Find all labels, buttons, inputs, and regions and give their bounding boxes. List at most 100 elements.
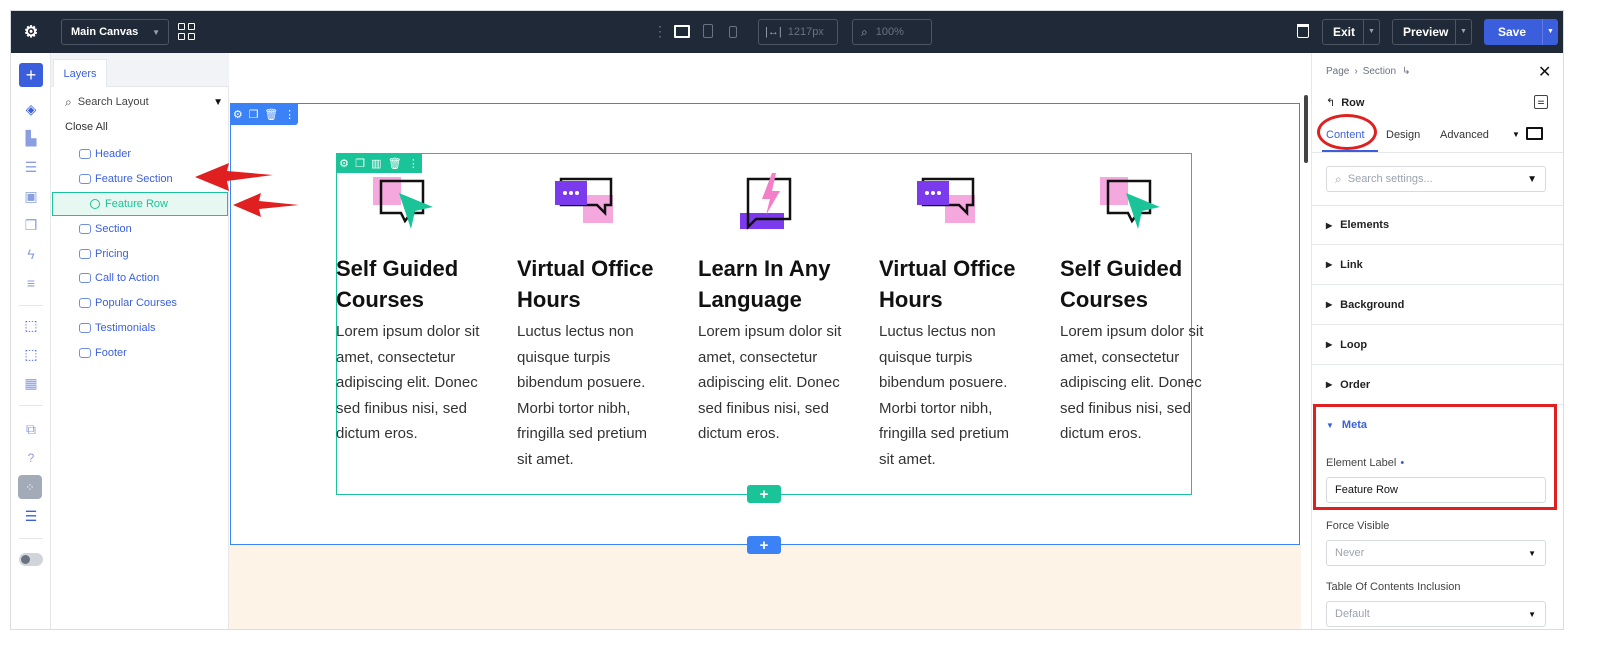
duplicate-icon[interactable]: ❐	[21, 215, 41, 235]
section-loop[interactable]: ▶ Loop	[1312, 325, 1563, 365]
section-order[interactable]: ▶ Order	[1312, 365, 1563, 405]
zoom-value: 100%	[875, 26, 904, 38]
close-icon[interactable]: ✕	[1538, 62, 1551, 82]
search-icon: ⌕	[65, 94, 72, 109]
layer-item-popular-courses[interactable]: Popular Courses	[51, 292, 229, 314]
element-options-icon[interactable]: ⚌	[1534, 95, 1548, 109]
trash-icon[interactable]	[1297, 24, 1309, 38]
tablet-view-icon[interactable]	[703, 24, 713, 38]
ai-assistant-icon[interactable]: ⁘	[18, 475, 42, 499]
layer-item-pricing[interactable]: Pricing	[51, 243, 229, 265]
tab-layers[interactable]: Layers	[53, 59, 107, 87]
theme-toggle[interactable]	[19, 553, 43, 566]
next-section-preview	[229, 545, 1301, 629]
section-background[interactable]: ▶ Background	[1312, 285, 1563, 325]
layers-search[interactable]: ⌕ Search Layout ▼	[65, 93, 225, 111]
canvas-scrollbar[interactable]	[1304, 95, 1308, 163]
variables-icon[interactable]: ▣	[21, 186, 41, 206]
columns-icon[interactable]: ▥	[371, 157, 381, 170]
settings-search[interactable]: ⌕ Search settings... ▼	[1326, 166, 1546, 192]
top-toolbar: ⚙ Main Canvas ▼ ⋮ |↔| 1217px ⌕ 100% Exit…	[11, 11, 1563, 53]
feature-text: Lorem ipsum dolor sit amet, consectetur ad…	[336, 323, 480, 443]
lightning-icon[interactable]: ϟ	[21, 244, 41, 264]
section-icon	[79, 298, 91, 308]
section-link[interactable]: ▶ Link	[1312, 245, 1563, 285]
caret-right-icon: ▶	[1326, 380, 1333, 389]
trash-icon[interactable]: 🗑︎	[264, 108, 278, 121]
filter-icon[interactable]: ▼	[213, 97, 223, 108]
layers-panel: Layers ⌕ Search Layout ▼ Close All Heade…	[51, 53, 229, 629]
toc-select[interactable]: Default ▼	[1326, 601, 1546, 627]
duplicate-icon[interactable]: ❐	[249, 108, 259, 121]
layers-tabbar: Layers	[51, 53, 229, 87]
tab-advanced[interactable]: Advanced	[1440, 129, 1489, 141]
desktop-view-icon[interactable]	[674, 25, 690, 38]
layer-item-call-to-action[interactable]: Call to Action	[51, 267, 229, 289]
template-icon[interactable]: ▦	[21, 373, 41, 393]
canvas-select[interactable]: Main Canvas ▼	[61, 19, 169, 45]
align-icon[interactable]: ☰	[21, 506, 41, 526]
force-visible-value: Never	[1335, 547, 1365, 559]
zoom-input[interactable]: ⌕ 100%	[852, 19, 932, 45]
exit-button[interactable]: Exit ▼	[1322, 19, 1380, 45]
chat-bubbles-icon	[555, 177, 613, 223]
more-vertical-icon[interactable]: ⋮	[284, 108, 295, 121]
element-label-input[interactable]: Feature Row	[1326, 477, 1546, 503]
add-element-icon[interactable]: +	[19, 63, 43, 87]
grid-view-icon[interactable]	[178, 23, 195, 40]
layers-icon[interactable]: ◈	[21, 99, 41, 119]
section-icon	[79, 224, 91, 234]
add-column-button[interactable]: +	[747, 485, 781, 503]
layer-label: Section	[95, 223, 132, 235]
exit-label: Exit	[1333, 25, 1356, 39]
phone-view-icon[interactable]	[729, 26, 737, 38]
help-icon[interactable]: ?	[21, 448, 41, 468]
breadcrumb-section[interactable]: Section	[1363, 66, 1396, 77]
back-arrow-icon[interactable]: ↰	[1326, 96, 1335, 109]
settings-tabs: Content Design Advanced ▼	[1312, 119, 1563, 153]
windows-icon[interactable]: ⧉	[21, 419, 41, 439]
add-row-button[interactable]: +	[747, 536, 781, 554]
more-vertical-icon[interactable]: ⋮	[653, 23, 667, 39]
row-toolbar: ⚙ ❐ ▥ 🗑︎ ⋮	[336, 153, 422, 173]
layer-item-footer[interactable]: Footer	[51, 342, 229, 364]
preview-button[interactable]: Preview ▼	[1392, 19, 1472, 45]
force-visible-select[interactable]: Never ▼	[1326, 540, 1546, 566]
tab-content[interactable]: Content	[1326, 129, 1365, 141]
canvas-width-input[interactable]: |↔| 1217px	[758, 19, 838, 45]
breadcrumb-page[interactable]: Page	[1326, 66, 1349, 77]
tab-more-chevron-icon[interactable]: ▼	[1512, 130, 1520, 139]
layer-item-feature-section[interactable]: Feature Section	[51, 168, 229, 190]
select-multi-icon[interactable]: ⬚	[21, 344, 41, 364]
more-vertical-icon[interactable]: ⋮	[408, 157, 419, 170]
duplicate-icon[interactable]: ❐	[355, 157, 365, 170]
search-placeholder: Search Layout	[77, 96, 149, 108]
gear-icon[interactable]: ⚙	[233, 108, 243, 121]
save-button[interactable]: Save ▼	[1484, 19, 1558, 45]
section-meta[interactable]: ▼ Meta	[1312, 405, 1563, 445]
settings-gear-icon[interactable]: ⚙	[21, 22, 41, 42]
trash-icon[interactable]: 🗑︎	[388, 157, 402, 170]
database-icon[interactable]: ☰	[21, 157, 41, 177]
return-arrow-icon: ↳	[1402, 66, 1411, 77]
caret-down-icon: ▼	[1326, 420, 1334, 430]
close-all-button[interactable]: Close All	[65, 121, 108, 133]
layer-item-feature-row[interactable]: Feature Row	[52, 192, 228, 216]
section-icon	[79, 249, 91, 259]
left-icon-rail: + ◈ ▙ ☰ ▣ ❐ ϟ ≡ ⬚ ⬚ ▦ ⧉ ? ⁘ ☰	[11, 53, 51, 629]
element-label-value: Feature Row	[1335, 484, 1398, 496]
gear-icon[interactable]: ⚙	[339, 157, 349, 170]
pages-icon[interactable]: ▙	[21, 128, 41, 148]
responsive-view-icon[interactable]	[1526, 127, 1543, 140]
tab-design[interactable]: Design	[1386, 129, 1420, 141]
select-cursor-icon[interactable]: ⬚	[21, 315, 41, 335]
filter-icon[interactable]: ▼	[1527, 174, 1537, 185]
element-name: Row	[1341, 96, 1365, 109]
layer-item-header[interactable]: Header	[51, 143, 229, 165]
builder-window: ⚙ Main Canvas ▼ ⋮ |↔| 1217px ⌕ 100% Exit…	[10, 10, 1564, 630]
section-elements[interactable]: ▶ Elements	[1312, 205, 1563, 245]
row-icon	[90, 199, 100, 209]
list-settings-icon[interactable]: ≡	[21, 273, 41, 293]
layer-item-section[interactable]: Section	[51, 218, 229, 240]
layer-item-testimonials[interactable]: Testimonials	[51, 317, 229, 339]
